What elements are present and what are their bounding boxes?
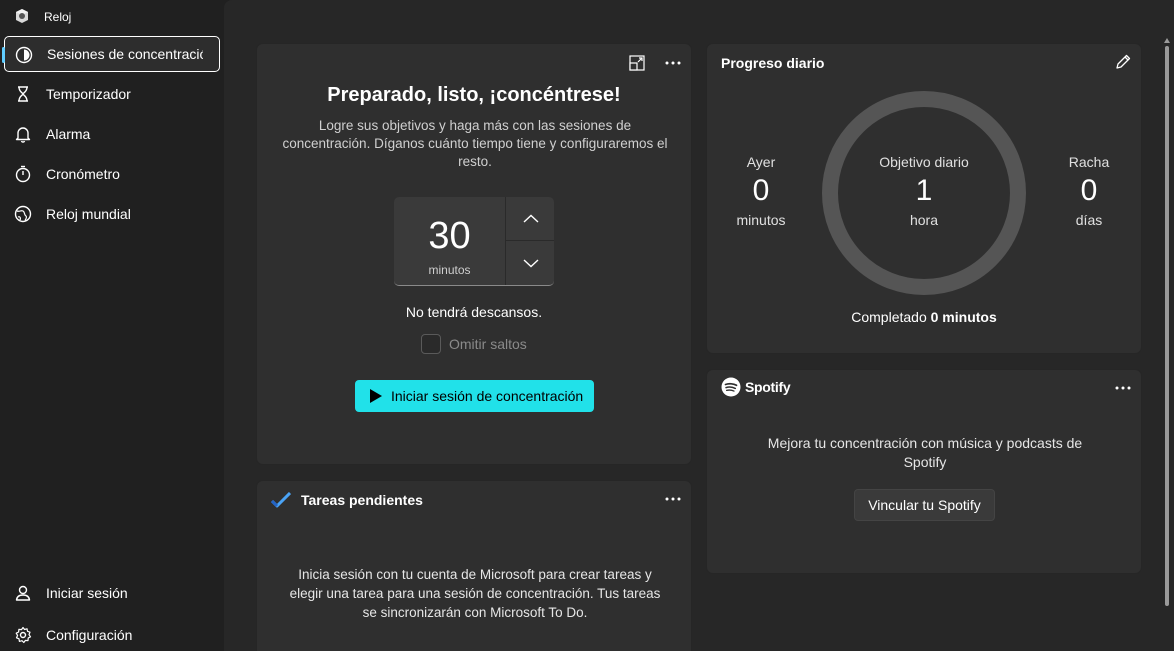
sidebar-item-alarm[interactable]: Alarma (4, 116, 220, 152)
spotify-logo: Spotify (721, 377, 791, 397)
yesterday-label: Ayer (746, 154, 776, 170)
minutes-display[interactable]: 30 minutos (394, 197, 505, 285)
sidebar-item-label: Cronómetro (46, 166, 120, 182)
globe-icon (14, 205, 32, 223)
focus-session-card: Preparado, listo, ¡concéntrese! Logre su… (256, 43, 692, 465)
daily-progress-card: Progreso diario Ayer 0 minutos Objetivo … (706, 43, 1142, 354)
stepper-controls (505, 197, 554, 285)
bell-icon (15, 127, 31, 143)
spotify-brand: Spotify (745, 379, 791, 395)
minutes-unit: minutos (428, 263, 471, 277)
sidebar-item-label: Temporizador (46, 86, 131, 102)
minutes-stepper: 30 minutos (394, 197, 554, 286)
play-icon (370, 389, 382, 403)
person-icon (15, 585, 31, 601)
sidebar-item-focus-sessions[interactable]: Sesiones de concentració (2, 36, 220, 72)
spotify-card: Spotify Mejora tu concentración con músi… (706, 369, 1142, 574)
gear-icon (15, 626, 32, 644)
vertical-scrollbar[interactable] (1165, 46, 1169, 606)
spotify-more-options-button[interactable] (1109, 374, 1137, 402)
yesterday-value: 0 (752, 174, 770, 207)
tasks-more-options-button[interactable] (659, 485, 687, 513)
progress-title: Progreso diario (721, 55, 825, 71)
sidebar-item-timer[interactable]: Temporizador (4, 76, 220, 112)
completed-prefix: Completado (851, 309, 927, 325)
compact-overlay-button[interactable] (623, 49, 651, 77)
more-icon (1115, 386, 1131, 390)
streak-value: 0 (1080, 174, 1098, 207)
chevron-up-icon (523, 214, 538, 223)
hourglass-icon (18, 86, 28, 102)
compact-overlay-icon (629, 55, 645, 71)
skip-breaks-option[interactable]: Omitir saltos (421, 334, 527, 354)
scroll-up-arrow[interactable] (1164, 38, 1170, 44)
sidebar-item-label: Alarma (46, 126, 91, 142)
focus-description: Logre sus objetivos y haga más con las s… (282, 118, 668, 169)
todo-check-icon (271, 492, 291, 508)
sidebar-item-stopwatch[interactable]: Cronómetro (4, 156, 220, 192)
tasks-card: Tareas pendientes Inicia sesión con tu c… (256, 480, 692, 651)
goal-unit: hora (909, 212, 939, 228)
breaks-info: No tendrá descansos. (405, 304, 543, 320)
chevron-down-icon (523, 259, 538, 268)
skip-breaks-checkbox[interactable] (421, 334, 441, 354)
sidebar-item-label: Sesiones de concentració (47, 46, 203, 62)
goal-value: 1 (915, 174, 933, 207)
pencil-icon (1116, 54, 1131, 69)
daily-goal-stat: Objetivo diario 1 hora (849, 154, 999, 228)
start-focus-label: Iniciar sesión de concentración (391, 388, 584, 404)
minutes-value: 30 (428, 215, 471, 257)
completed-value: 0 minutos (930, 309, 997, 325)
sidebar-item-label: Reloj mundial (46, 206, 131, 222)
sidebar: Sesiones de concentració Temporizador Al… (0, 32, 224, 651)
skip-breaks-label: Omitir saltos (449, 336, 527, 352)
decrease-minutes-button[interactable] (506, 241, 554, 285)
app-title: Reloj (44, 10, 72, 24)
sidebar-item-label: Configuración (46, 627, 133, 643)
yesterday-unit: minutos (736, 212, 786, 228)
sidebar-item-label: Iniciar sesión (46, 585, 128, 601)
clock-app-icon (16, 9, 28, 23)
tasks-title: Tareas pendientes (301, 492, 423, 508)
more-icon (665, 61, 681, 65)
tasks-sign-in-message: Inicia sesión con tu cuenta de Microsoft… (289, 567, 661, 620)
sidebar-item-sign-in[interactable]: Iniciar sesión (4, 575, 220, 611)
goal-label: Objetivo diario (879, 154, 969, 170)
main-content: Preparado, listo, ¡concéntrese! Logre su… (224, 0, 1174, 651)
spotify-icon (721, 377, 741, 397)
streak-label: Racha (1068, 154, 1110, 170)
completed-summary: Completado 0 minutos (707, 309, 1141, 325)
link-spotify-button[interactable]: Vincular tu Spotify (854, 489, 995, 521)
spotify-message: Mejora tu concentración con música y pod… (767, 435, 1083, 470)
focus-icon (15, 46, 33, 64)
stopwatch-icon (15, 165, 31, 183)
focus-title: Preparado, listo, ¡concéntrese! (327, 84, 621, 106)
increase-minutes-button[interactable] (506, 197, 554, 241)
more-options-button[interactable] (659, 49, 687, 77)
yesterday-stat: Ayer 0 minutos (721, 154, 801, 228)
edit-goal-button[interactable] (1109, 48, 1137, 76)
streak-stat: Racha 0 días (1049, 154, 1129, 228)
streak-unit: días (1075, 212, 1103, 228)
more-icon (665, 497, 681, 501)
sidebar-item-world-clock[interactable]: Reloj mundial (4, 196, 220, 232)
tasks-header: Tareas pendientes (271, 492, 423, 508)
sidebar-item-settings[interactable]: Configuración (4, 617, 220, 651)
start-focus-session-button[interactable]: Iniciar sesión de concentración (355, 380, 594, 412)
